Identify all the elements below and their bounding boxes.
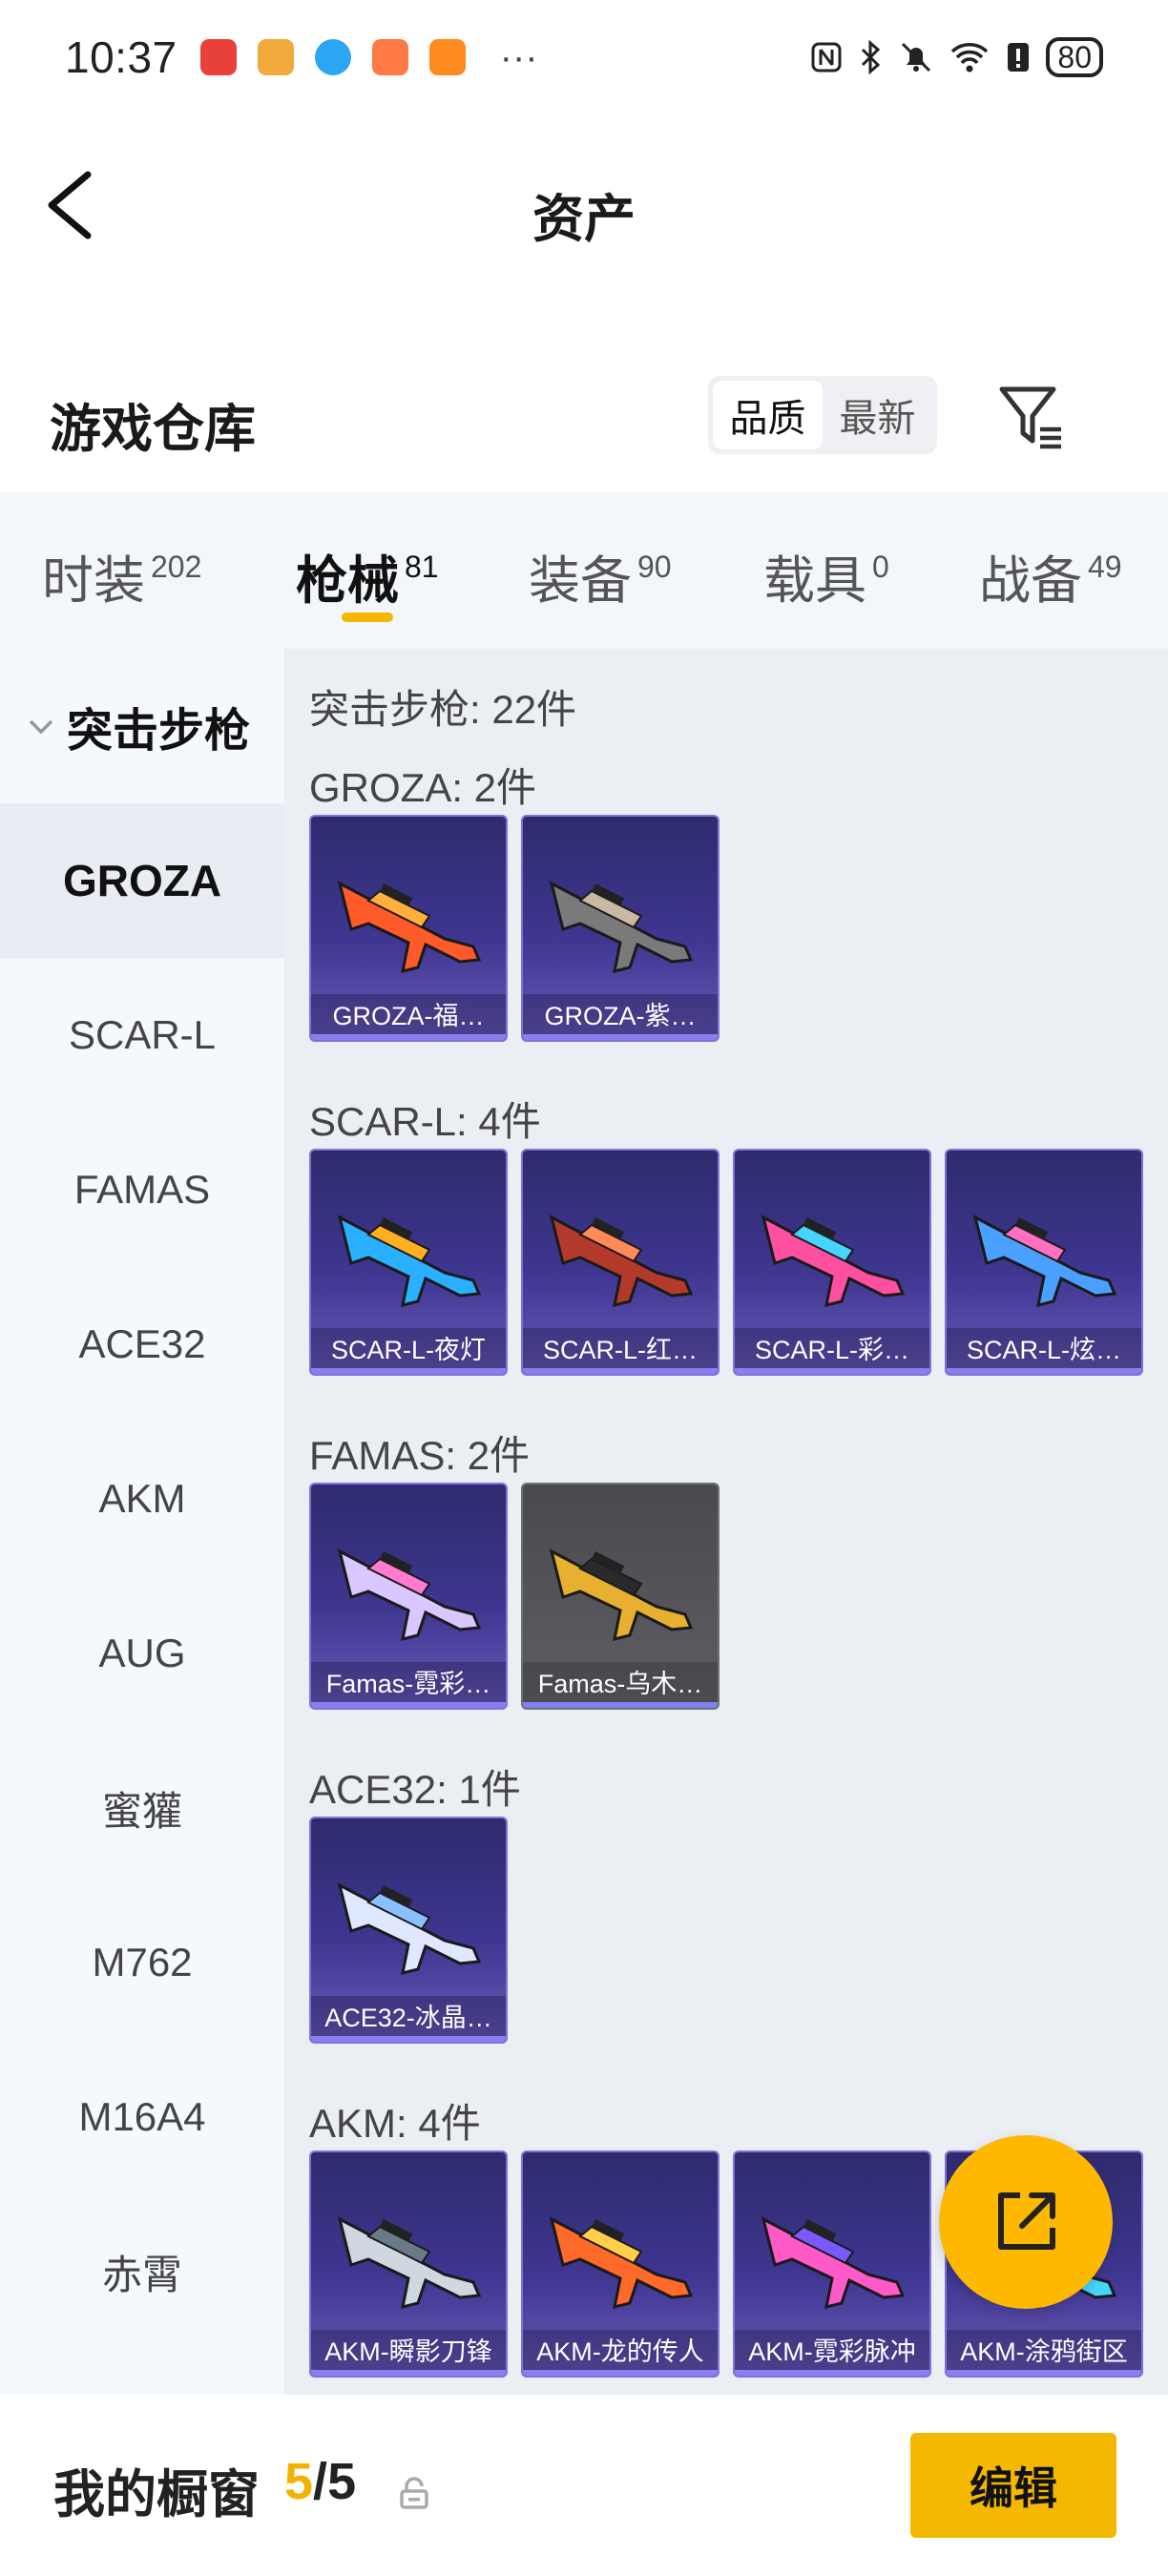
- category-tabs: 时装 202 枪械 81 装备 90 载具 0 战备 49: [0, 492, 1168, 649]
- weapon-skin-card[interactable]: SCAR-L-红…: [521, 1149, 720, 1376]
- rifle-icon: [761, 2216, 906, 2310]
- weapon-skin-name: SCAR-L-炫…: [966, 1336, 1121, 1364]
- sidebar-item-famas[interactable]: FAMAS: [0, 1112, 284, 1267]
- sim-alert-icon: [1008, 43, 1030, 72]
- tab-fashion[interactable]: 时装 202: [42, 538, 201, 613]
- section-label: AKM: 4件: [309, 2101, 481, 2146]
- app-notification-icon: [428, 39, 466, 75]
- system-icons: 80: [809, 37, 1103, 77]
- sort-toggle: 品质 最新: [708, 376, 937, 454]
- bluetooth-icon: [862, 40, 881, 74]
- mute-bell-icon: [902, 42, 931, 73]
- category-summary: 突击步枪: 22件: [309, 687, 577, 732]
- status-time: 10:37: [65, 32, 177, 82]
- filter-icon[interactable]: [998, 384, 1065, 452]
- weapon-skin-card[interactable]: AKM-龙的传人: [521, 2150, 720, 2378]
- rifle-icon: [337, 1215, 482, 1308]
- warehouse-header: 游戏仓库 品质 最新: [0, 363, 1168, 477]
- weapon-skin-name: SCAR-L-红…: [542, 1336, 698, 1364]
- tab-vehicles[interactable]: 载具 0: [763, 538, 889, 613]
- weapon-skin-card[interactable]: Famas-乌木…: [521, 1483, 720, 1710]
- weapon-skin-name: Famas-乌木…: [537, 1670, 703, 1698]
- weapon-skin-name: GROZA-福…: [332, 1002, 485, 1030]
- weapon-sidebar: 突击步枪 GROZA SCAR-L FAMAS ACE32 AKM AUG 蜜獾…: [0, 649, 284, 2395]
- rifle-icon: [972, 1215, 1117, 1308]
- weapon-skin-card[interactable]: Famas-霓彩…: [309, 1483, 508, 1710]
- sidebar-item-m762[interactable]: M762: [0, 1885, 284, 2040]
- weapon-skin-card[interactable]: SCAR-L-炫…: [945, 1149, 1143, 1376]
- more-notifications-icon: ···: [499, 36, 538, 78]
- weapon-skin-name: AKM-霓彩脉冲: [748, 2337, 916, 2366]
- weapon-skin-name: ACE32-冰晶…: [324, 2004, 492, 2032]
- section-label: SCAR-L: 4件: [309, 1099, 541, 1144]
- rifle-icon: [549, 1548, 694, 1642]
- weapon-skin-card[interactable]: AKM-霓彩脉冲: [733, 2150, 931, 2378]
- weapon-skin-card[interactable]: GROZA-福…: [309, 815, 508, 1042]
- rifle-icon: [337, 881, 482, 974]
- weapon-skin-card[interactable]: SCAR-L-夜灯: [309, 1149, 508, 1376]
- weapon-skin-name: AKM-瞬影刀锋: [324, 2337, 492, 2366]
- app-notification-icon: [314, 39, 351, 75]
- weapon-skin-name: SCAR-L-夜灯: [330, 1336, 486, 1364]
- weapon-skin-card[interactable]: GROZA-紫…: [521, 815, 720, 1042]
- notification-icons: ···: [199, 36, 538, 78]
- rifle-icon: [549, 1215, 694, 1308]
- weapon-skin-name: Famas-霓彩…: [325, 1670, 491, 1698]
- tab-supplies[interactable]: 战备 49: [979, 538, 1122, 613]
- rifle-icon: [761, 1215, 906, 1308]
- sidebar-item-honey-badger[interactable]: 蜜獾: [0, 1731, 284, 1885]
- showcase-count: 5/5: [284, 2453, 357, 2510]
- sidebar-group-assault-rifles[interactable]: 突击步枪: [0, 649, 284, 803]
- wifi-icon: [951, 43, 989, 73]
- page-title: 资产: [532, 191, 636, 248]
- rifle-icon: [549, 2216, 694, 2310]
- edit-button[interactable]: 编辑: [910, 2433, 1116, 2538]
- section-label: FAMAS: 2件: [309, 1433, 531, 1478]
- sort-option-latest[interactable]: 最新: [823, 381, 932, 449]
- sidebar-item-m16a4[interactable]: M16A4: [0, 2040, 284, 2194]
- weapon-skin-name: SCAR-L-彩…: [754, 1336, 909, 1364]
- weapon-skin-card[interactable]: SCAR-L-彩…: [733, 1149, 931, 1376]
- weapon-skin-name: AKM-龙的传人: [536, 2337, 704, 2366]
- showcase-bar: 我的橱窗 5/5 编辑: [0, 2395, 1168, 2576]
- showcase-title: 我的橱窗: [53, 2466, 260, 2524]
- rifle-icon: [337, 2216, 482, 2310]
- weapon-skin-name: GROZA-紫…: [544, 1002, 697, 1030]
- external-link-icon: [998, 2192, 1055, 2250]
- weapon-grid: 突击步枪: 22件 GROZA: 2件 GROZA-福… GROZA-紫… SCAR-…: [284, 649, 1168, 2395]
- rifle-icon: [337, 1548, 482, 1642]
- tab-equipment[interactable]: 装备 90: [529, 538, 672, 613]
- section-label: GROZA: 2件: [309, 765, 537, 810]
- chevron-down-icon: [29, 719, 53, 735]
- rifle-icon: [337, 1882, 482, 1976]
- warehouse-title: 游戏仓库: [50, 401, 256, 458]
- share-button[interactable]: [939, 2135, 1113, 2309]
- weapon-skin-card[interactable]: AKM-瞬影刀锋: [309, 2150, 508, 2378]
- app-header: 资产: [0, 114, 1168, 296]
- weapon-skin-card[interactable]: ACE32-冰晶…: [309, 1817, 508, 2044]
- weapon-skin-name: AKM-涂鸦街区: [960, 2337, 1128, 2366]
- section-label: ACE32: 1件: [309, 1767, 521, 1812]
- app-notification-icon: [257, 39, 294, 75]
- lock-icon[interactable]: [399, 2477, 429, 2509]
- app-notification-icon: [199, 39, 237, 75]
- battery-icon: 80: [1046, 37, 1103, 77]
- sidebar-item-aug[interactable]: AUG: [0, 1576, 284, 1731]
- sidebar-item-ace32[interactable]: ACE32: [0, 1267, 284, 1422]
- app-notification-icon: [371, 39, 408, 75]
- sort-option-quality[interactable]: 品质: [713, 381, 823, 449]
- sidebar-item-scar-l[interactable]: SCAR-L: [0, 958, 284, 1112]
- nfc-icon: [811, 42, 842, 73]
- tab-firearms[interactable]: 枪械 81: [296, 538, 439, 613]
- rifle-icon: [549, 881, 694, 974]
- sidebar-item-akm[interactable]: AKM: [0, 1422, 284, 1576]
- sidebar-item-groza[interactable]: GROZA: [0, 803, 284, 958]
- active-tab-indicator: [342, 613, 393, 622]
- sidebar-item-chixiao[interactable]: 赤霄: [0, 2194, 284, 2349]
- status-bar: 10:37 ··· 80: [0, 0, 1168, 114]
